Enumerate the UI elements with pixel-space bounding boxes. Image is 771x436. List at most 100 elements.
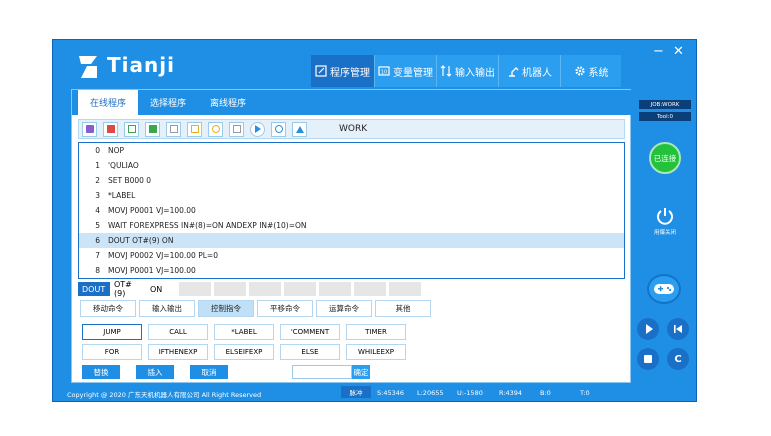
cancel-button[interactable]: 取消 (190, 365, 228, 379)
image-icon (148, 125, 157, 133)
program-line[interactable]: 6 DOUT OT#(9) ON (79, 233, 624, 248)
paste-button[interactable] (166, 121, 181, 137)
command-button[interactable]: 'COMMENT (280, 324, 340, 340)
command-tab[interactable]: 其他 (375, 300, 431, 317)
skip-back-button[interactable] (667, 318, 689, 340)
command-button[interactable]: *LABEL (214, 324, 274, 340)
line-text: 'QULIAO (108, 161, 139, 170)
menu-system[interactable]: 系统 (561, 55, 621, 87)
play-button[interactable] (637, 318, 659, 340)
command-button[interactable]: IFTHENEXP (148, 344, 208, 360)
command-button[interactable]: JUMP (82, 324, 142, 340)
menu-program-management[interactable]: 程序管理 (311, 55, 375, 87)
command-button[interactable]: ELSE (280, 344, 340, 360)
edit-slot[interactable] (389, 282, 421, 296)
delete-button[interactable] (103, 121, 118, 137)
program-line[interactable]: 5 WAIT FOREXPRESS IN#(8)=ON ANDEXP IN#(10… (79, 218, 624, 233)
power-icon (657, 208, 673, 225)
program-line[interactable]: 1 'QULIAO (79, 158, 624, 173)
skip-back-icon (674, 325, 682, 333)
program-line[interactable]: 8 MOVJ P0001 VJ=100.00 (79, 263, 624, 278)
power-button[interactable]: 用爆关闭 (643, 206, 687, 240)
command-button[interactable]: FOR (82, 344, 142, 360)
line-text: NOP (108, 146, 125, 155)
line-text: *LABEL (108, 191, 136, 200)
recycle-button[interactable] (271, 121, 286, 137)
mode-badge: 脉冲 (341, 386, 371, 398)
line-number: 3 (95, 191, 100, 200)
command-button[interactable]: TIMER (346, 324, 406, 340)
edit-slot[interactable] (214, 282, 246, 296)
connection-indicator: 已连接 (649, 142, 681, 174)
axis-s: S:45346 (377, 389, 404, 397)
code-icon (85, 125, 94, 133)
line-number: 4 (95, 206, 100, 215)
line-number: 2 (95, 176, 100, 185)
stop-icon (644, 355, 652, 363)
program-line[interactable]: 7 MOVJ P0002 VJ=100.00 PL=0 (79, 248, 624, 263)
copyright: Copyright @ 2020 广东天机机器人有限公司 All Right R… (67, 391, 262, 399)
command-tab[interactable]: 移动命令 (80, 300, 136, 317)
edit-slot[interactable] (354, 282, 386, 296)
tab-offline-program[interactable]: 离线程序 (198, 90, 258, 115)
program-line[interactable]: 0 NOP (79, 143, 624, 158)
minimize-button[interactable]: − (653, 44, 664, 59)
gamepad-button[interactable] (647, 274, 681, 304)
line-number: 1 (95, 161, 100, 170)
command-tab[interactable]: 输入输出 (139, 300, 195, 317)
edit-slot[interactable] (179, 282, 211, 296)
menu-io[interactable]: 输入输出 (437, 55, 499, 87)
command-button[interactable]: CALL (148, 324, 208, 340)
edit-slot[interactable] (284, 282, 316, 296)
replace-button[interactable]: 替换 (82, 365, 120, 379)
value-input[interactable] (292, 365, 352, 379)
edit-slot[interactable] (319, 282, 351, 296)
line-number: 0 (95, 146, 100, 155)
command-button[interactable]: ELSEIFEXP (214, 344, 274, 360)
copy-yellow-button[interactable] (187, 121, 202, 137)
content-panel: 在线程序 选择程序 离线程序 WORK 0 NOP 1 'QULIAO 2 SET B00… (71, 89, 632, 383)
program-line[interactable]: 4 MOVJ P0001 VJ=100.00 (79, 203, 624, 218)
play-circle-icon (254, 125, 261, 133)
upload-button[interactable] (292, 121, 307, 137)
edit-slot[interactable] (249, 282, 281, 296)
edit-arg1[interactable]: OT#(9) (110, 280, 146, 298)
edit-icon (315, 65, 327, 77)
paste-gray-button[interactable] (229, 121, 244, 137)
close-button[interactable]: ✕ (673, 44, 684, 59)
run-button[interactable] (250, 121, 265, 137)
command-tab[interactable]: 控制指令 (198, 300, 254, 317)
axis-l: L:20655 (417, 389, 444, 397)
tab-select-program[interactable]: 选择程序 (138, 90, 198, 115)
command-button[interactable]: WHILEEXP (346, 344, 406, 360)
command-tabs: 移动命令 输入输出 控制指令 平移命令 运算命令 其他 (80, 300, 434, 317)
program-editor: 0 NOP 1 'QULIAO 2 SET B000 0 3 *LABEL 4 MOVJ P000… (78, 142, 625, 279)
copy-button[interactable] (124, 121, 139, 137)
line-text: MOVJ P0001 VJ=100.00 (108, 206, 196, 215)
clear-button[interactable]: C (667, 348, 689, 370)
program-subtabs: 在线程序 选择程序 离线程序 (72, 90, 632, 115)
edit-arg2[interactable]: ON (146, 282, 176, 296)
stop-button[interactable] (637, 348, 659, 370)
code-button[interactable] (82, 121, 97, 137)
gamepad-icon (654, 284, 674, 294)
menu-variable-management[interactable]: 10 变量管理 (375, 55, 437, 87)
right-panel: JOB:WORK Tool:0 已连接 用爆关闭 C (637, 100, 691, 370)
line-number: 6 (95, 236, 100, 245)
tab-online-program[interactable]: 在线程序 (78, 90, 139, 115)
command-tab[interactable]: 运算命令 (316, 300, 372, 317)
editor-toolbar: WORK (78, 119, 625, 139)
search-button[interactable] (208, 121, 223, 137)
program-line[interactable]: 2 SET B000 0 (79, 173, 624, 188)
program-line[interactable]: 3 *LABEL (79, 188, 624, 203)
insert-button[interactable]: 插入 (136, 365, 174, 379)
tianji-logo-icon (79, 56, 97, 78)
copy-yellow-icon (190, 125, 199, 133)
image-button[interactable] (145, 121, 160, 137)
edit-cmd[interactable]: DOUT (78, 282, 110, 296)
gear-icon (574, 66, 585, 76)
confirm-button[interactable]: 确定 (352, 365, 370, 379)
menu-robot[interactable]: 机器人 (499, 55, 561, 87)
delete-icon (106, 125, 115, 133)
command-tab[interactable]: 平移命令 (257, 300, 313, 317)
